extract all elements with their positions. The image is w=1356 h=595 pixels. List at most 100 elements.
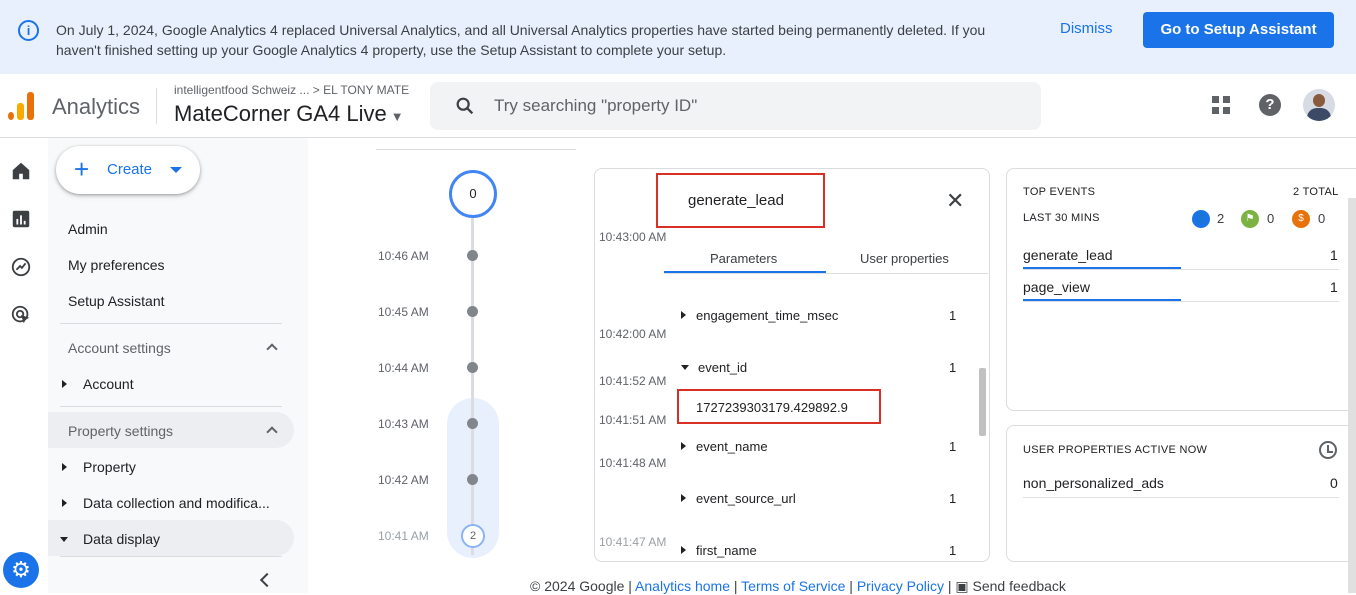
timeline-dot[interactable] [467, 362, 478, 373]
analytics-home-link[interactable]: Analytics home [635, 578, 730, 594]
apps-grid-icon[interactable] [1212, 96, 1232, 116]
advertising-icon[interactable] [10, 304, 32, 326]
nav-data-collection[interactable]: Data collection and modifica... [62, 495, 270, 511]
expand-arrow-icon [62, 499, 67, 507]
section-property-settings[interactable]: Property settings [68, 423, 173, 439]
property-name: MateCorner GA4 Live [174, 101, 387, 126]
param-count: 1 [949, 439, 957, 454]
nav-data-display[interactable]: Data display [60, 531, 160, 547]
param-value: 1727239303179.429892.9 [696, 400, 848, 415]
timeline-time: 10:43 AM [378, 417, 429, 431]
event-time: 10:41:51 AM [599, 413, 667, 427]
property-selector[interactable]: MateCorner GA4 Live ▼ [174, 101, 404, 127]
explore-icon[interactable] [10, 256, 32, 278]
expand-arrow-icon [681, 311, 686, 319]
param-count: 1 [949, 543, 957, 558]
search-bar[interactable] [430, 82, 1041, 130]
privacy-link[interactable]: Privacy Policy [857, 578, 944, 594]
create-button[interactable]: + Create [56, 146, 200, 194]
top-event-name[interactable]: page_view [1023, 279, 1090, 295]
tab-parameters[interactable]: Parameters [710, 251, 777, 266]
reports-icon[interactable] [10, 208, 32, 230]
user-property-count: 0 [1330, 475, 1338, 491]
banner-message: On July 1, 2024, Google Analytics 4 repl… [56, 22, 986, 58]
event-bar [1023, 299, 1181, 301]
scrollbar-thumb[interactable] [979, 368, 986, 436]
top-events-total: 2 TOTAL [1293, 186, 1339, 198]
deprecation-banner: i On July 1, 2024, Google Analytics 4 re… [0, 0, 1356, 74]
expand-arrow-icon [681, 494, 686, 502]
timeline-count-bubble[interactable]: 0 [449, 170, 497, 218]
collapse-arrow-icon [60, 537, 68, 542]
header-divider [156, 88, 157, 124]
user-properties-title: USER PROPERTIES ACTIVE NOW [1023, 444, 1208, 456]
caret-down-icon: ▼ [390, 109, 404, 124]
timeline-dot[interactable] [467, 306, 478, 317]
active-tab-indicator [664, 271, 826, 273]
search-icon [456, 97, 474, 115]
terms-link[interactable]: Terms of Service [741, 578, 845, 594]
timeline-line [471, 215, 474, 555]
users-count: 2 [1217, 211, 1225, 226]
product-name[interactable]: Analytics [52, 94, 140, 120]
admin-gear-icon[interactable]: ⚙ [3, 552, 39, 588]
dismiss-button[interactable]: Dismiss [1060, 20, 1113, 37]
timeline-count-bubble[interactable]: 2 [461, 524, 485, 548]
nav-property[interactable]: Property [62, 459, 136, 475]
history-icon[interactable] [1319, 441, 1337, 459]
dropdown-arrow-icon[interactable] [170, 167, 182, 173]
help-icon[interactable]: ? [1259, 94, 1281, 116]
search-input[interactable] [494, 94, 1014, 118]
home-icon[interactable] [10, 160, 32, 182]
feedback-icon: ▣ [955, 578, 969, 594]
top-event-count: 1 [1330, 279, 1338, 295]
top-event-count: 1 [1330, 247, 1338, 263]
conversions-count: 0 [1267, 211, 1275, 226]
event-time: 10:41:47 AM [599, 535, 667, 549]
nav-account[interactable]: Account [62, 376, 134, 392]
nav-my-preferences[interactable]: My preferences [68, 257, 164, 273]
timeline-dot[interactable] [467, 474, 478, 485]
expand-arrow-icon [62, 380, 67, 388]
divider [60, 406, 282, 407]
timeline-dot[interactable] [467, 418, 478, 429]
footer: © 2024 Google | Analytics home | Terms o… [530, 578, 1066, 594]
nav-admin[interactable]: Admin [68, 221, 108, 237]
avatar[interactable] [1303, 89, 1335, 121]
info-icon: i [18, 20, 39, 41]
param-row[interactable]: engagement_time_msec [681, 308, 838, 323]
divider [60, 556, 282, 557]
event-time: 10:42:00 AM [599, 327, 667, 341]
tab-user-properties[interactable]: User properties [860, 251, 949, 266]
expand-arrow-icon [62, 463, 67, 471]
close-icon[interactable]: ✕ [946, 189, 964, 213]
top-event-name[interactable]: generate_lead [1023, 247, 1113, 263]
event-time: 10:41:52 AM [599, 374, 667, 388]
param-row[interactable]: event_id [681, 360, 747, 375]
timeline-time: 10:41 AM [378, 529, 429, 543]
nav-setup-assistant[interactable]: Setup Assistant [68, 293, 165, 309]
expand-arrow-icon [681, 442, 686, 450]
param-count: 1 [949, 360, 957, 375]
divider [60, 323, 282, 324]
page-scrollbar[interactable] [1348, 198, 1356, 593]
user-property-name[interactable]: non_personalized_ads [1023, 475, 1164, 491]
section-account-settings[interactable]: Account settings [68, 340, 171, 356]
param-count: 1 [949, 491, 957, 506]
send-feedback-link[interactable]: Send feedback [973, 578, 1066, 594]
timeline-time: 10:44 AM [378, 361, 429, 375]
param-row[interactable]: event_source_url [681, 491, 796, 506]
param-row[interactable]: first_name [681, 543, 757, 558]
ecommerce-count: 0 [1318, 211, 1326, 226]
plus-icon: + [74, 154, 90, 184]
top-events-title: TOP EVENTS [1023, 186, 1096, 198]
event-title: generate_lead [688, 192, 784, 209]
divider [1023, 301, 1339, 302]
account-breadcrumb[interactable]: intelligentfood Schweiz ... > EL TONY MA… [174, 83, 409, 97]
setup-assistant-button[interactable]: Go to Setup Assistant [1143, 12, 1334, 48]
timeline-dot[interactable] [467, 250, 478, 261]
expand-arrow-icon [681, 546, 686, 554]
conversion-flag-icon: ⚑ [1241, 210, 1259, 228]
copyright: © 2024 Google | [530, 578, 632, 594]
param-row[interactable]: event_name [681, 439, 768, 454]
